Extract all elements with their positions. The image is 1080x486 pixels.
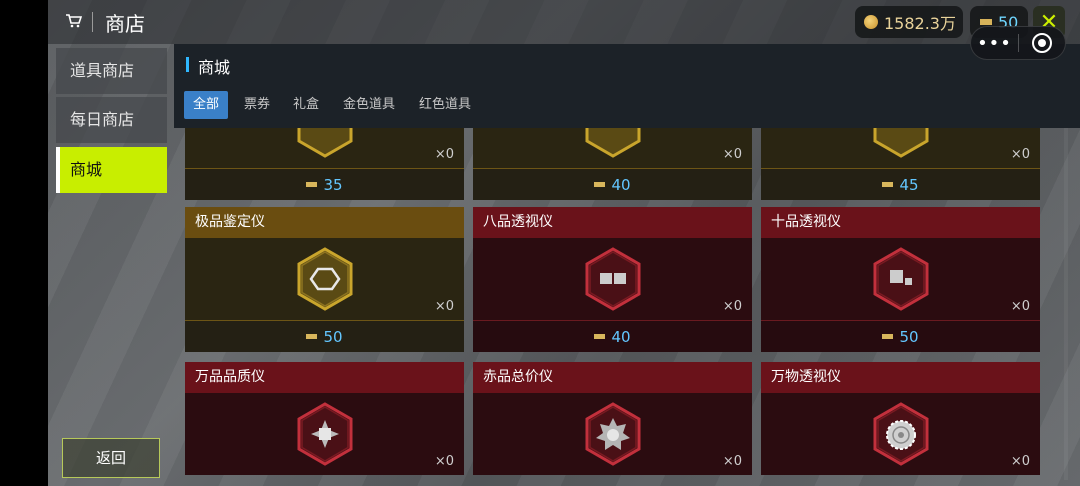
back-button[interactable]: 返回 [62,438,160,478]
star-gear-icon [585,402,640,466]
title-separator [92,12,93,32]
more-button[interactable]: ••• [971,33,1018,54]
item-card[interactable]: 极品鉴定仪 ×0 50 [185,207,464,352]
item-name: 极品鉴定仪 [185,207,464,238]
sidebar-item-mall[interactable]: 商城 [56,147,167,193]
item-price: 50 [323,327,343,346]
rosette-icon [873,402,928,466]
ticket-icon [882,182,894,187]
item-quantity: ×0 [1010,147,1030,162]
ticket-icon [306,182,318,187]
item-quantity: ×0 [722,299,742,314]
tab-tickets[interactable]: 票券 [237,91,277,119]
item-card[interactable]: 万物透视仪 ×0 [761,362,1040,475]
item-card[interactable]: 十品透视仪 ×0 50 [761,207,1040,352]
item-quantity: ×0 [1010,454,1030,469]
item-price: 40 [611,327,631,346]
item-quantity: ×0 [434,299,454,314]
miniprogram-capsule: ••• [970,26,1066,60]
sidebar-item-tool-shop[interactable]: 道具商店 [56,48,167,94]
cart-icon [66,14,82,28]
item-name: 万品品质仪 [185,362,464,393]
item-card[interactable]: 赤品总价仪 ×0 [473,362,752,475]
game-screen: 商店 1582.3万 50 ✕ ••• 道具商店 每日商店 商城 返回 ×0 3… [48,0,1080,486]
item-quantity: ×0 [722,454,742,469]
ticket-icon [594,334,606,339]
shop-header: 商城 全部 票券 礼盒 金色道具 红色道具 [174,44,1080,128]
section-accent [186,57,189,72]
item-card[interactable]: ×0 35 [185,94,464,200]
item-quantity: ×0 [722,147,742,162]
item-price: 35 [323,175,343,194]
exit-button[interactable] [1019,33,1065,53]
tab-red-items[interactable]: 红色道具 [412,91,478,119]
tab-all[interactable]: 全部 [184,91,228,119]
item-quantity: ×0 [1010,299,1030,314]
item-name: 赤品总价仪 [473,362,752,393]
diamond-star-icon [297,402,352,466]
sidebar-item-daily-shop[interactable]: 每日商店 [56,97,167,143]
ticket-icon [594,182,606,187]
two-squares-icon [585,247,640,311]
item-card[interactable]: 八品透视仪 ×0 40 [473,207,752,352]
page-title: 商店 [105,12,145,36]
item-price: 40 [611,175,631,194]
item-name: 万物透视仪 [761,362,1040,393]
item-name: 十品透视仪 [761,207,1040,238]
ticket-icon [882,334,894,339]
ticket-icon [306,334,318,339]
tab-gold-items[interactable]: 金色道具 [336,91,402,119]
tab-gift-box[interactable]: 礼盒 [286,91,326,119]
item-card[interactable]: ×0 40 [473,94,752,200]
item-price: 50 [899,327,919,346]
target-icon [1031,33,1052,53]
hexagon-icon [297,247,352,311]
square-dot-icon [873,247,928,311]
section-title: 商城 [198,58,231,77]
item-card[interactable]: 万品品质仪 ×0 [185,362,464,475]
item-price: 45 [899,175,919,194]
item-name: 八品透视仪 [473,207,752,238]
item-quantity: ×0 [434,147,454,162]
item-card[interactable]: ×0 45 [761,94,1040,200]
item-quantity: ×0 [434,454,454,469]
